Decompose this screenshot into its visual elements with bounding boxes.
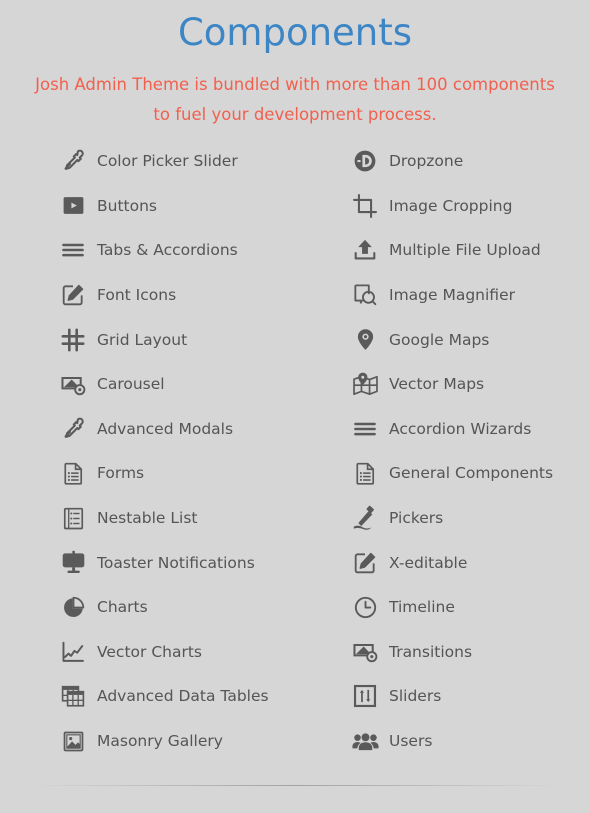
form-document-icon	[58, 458, 88, 488]
map-pin-icon	[350, 325, 380, 355]
component-item[interactable]: Forms	[58, 451, 295, 496]
section-divider	[30, 785, 560, 786]
component-item[interactable]: Image Magnifier	[350, 273, 590, 318]
component-item-label: Users	[389, 732, 433, 751]
component-item[interactable]: Nestable List	[58, 496, 295, 541]
pencil-square-icon	[350, 548, 380, 578]
component-item-label: Font Icons	[97, 286, 177, 305]
carousel-screen-icon	[58, 369, 88, 399]
component-item-label: Image Cropping	[389, 196, 513, 215]
component-item-label: Transitions	[389, 642, 473, 661]
component-item[interactable]: Charts	[58, 585, 295, 630]
component-item-label: Buttons	[97, 196, 157, 215]
component-item[interactable]: X-editable	[350, 540, 590, 585]
pickaxe-icon	[350, 503, 380, 533]
component-item[interactable]: Advanced Data Tables	[58, 674, 295, 719]
components-column-right: Dropzone Image Cropping Multiple File Uplo…	[295, 139, 590, 763]
component-item[interactable]: Buttons	[58, 184, 295, 229]
magnifier-page-icon	[350, 280, 380, 310]
component-item[interactable]: Toaster Notifications	[58, 540, 295, 585]
dropzone-logo-icon	[350, 146, 380, 176]
nested-list-icon	[58, 503, 88, 533]
upload-arrow-icon	[350, 235, 380, 265]
play-button-icon	[58, 191, 88, 221]
component-item[interactable]: Carousel	[58, 362, 295, 407]
component-item[interactable]: Masonry Gallery	[58, 719, 295, 764]
component-item-label: Grid Layout	[97, 330, 188, 349]
data-table-icon	[58, 681, 88, 711]
component-item-label: Vector Charts	[97, 642, 202, 661]
component-item-label: Forms	[97, 464, 145, 483]
component-item-label: Masonry Gallery	[97, 732, 223, 751]
monitor-filled-icon	[58, 548, 88, 578]
component-item[interactable]: Image Cropping	[350, 184, 590, 229]
hamburger-lines-icon	[58, 235, 88, 265]
carousel-screen-icon	[350, 637, 380, 667]
eyedropper-icon	[58, 146, 88, 176]
pencil-square-icon	[58, 280, 88, 310]
component-item-label: General Components	[389, 464, 554, 483]
component-item-label: Tabs & Accordions	[97, 241, 238, 260]
component-item-label: Accordion Wizards	[389, 419, 532, 438]
component-item[interactable]: Users	[350, 719, 590, 764]
component-item-label: Timeline	[389, 598, 455, 617]
component-item[interactable]: Vector Charts	[58, 630, 295, 675]
form-document-icon	[350, 458, 380, 488]
page-title: Components	[177, 11, 413, 54]
sliders-icon	[350, 681, 380, 711]
component-item[interactable]: Tabs & Accordions	[58, 228, 295, 273]
folded-map-icon	[350, 369, 380, 399]
component-item[interactable]: Grid Layout	[58, 317, 295, 362]
component-item[interactable]: Google Maps	[350, 317, 590, 362]
component-item[interactable]: Dropzone	[350, 139, 590, 184]
component-item[interactable]: Transitions	[350, 630, 590, 675]
page-subtitle: Josh Admin Theme is bundled with more th…	[35, 75, 555, 124]
component-item-label: Toaster Notifications	[97, 553, 255, 572]
component-item-label: Multiple File Upload	[389, 241, 541, 260]
line-chart-icon	[58, 637, 88, 667]
pie-chart-icon	[58, 592, 88, 622]
component-item-label: Charts	[97, 598, 148, 617]
component-item-label: Nestable List	[97, 509, 198, 528]
eyedropper-icon	[58, 414, 88, 444]
component-item-label: Image Magnifier	[389, 286, 515, 305]
component-item[interactable]: Accordion Wizards	[350, 407, 590, 452]
component-item-label: X-editable	[389, 553, 468, 572]
clock-icon	[350, 592, 380, 622]
users-group-icon	[350, 726, 380, 756]
component-item[interactable]: Pickers	[350, 496, 590, 541]
component-item-label: Vector Maps	[389, 375, 485, 394]
components-column-left: Color Picker Slider Buttons Tabs & Accordi…	[0, 139, 295, 763]
component-item[interactable]: General Components	[350, 451, 590, 496]
component-item-label: Carousel	[97, 375, 165, 394]
hamburger-lines-icon	[350, 414, 380, 444]
component-item-label: Pickers	[389, 509, 444, 528]
component-item[interactable]: Font Icons	[58, 273, 295, 318]
crop-icon	[350, 191, 380, 221]
component-item-label: Google Maps	[389, 330, 490, 349]
component-item-label: Dropzone	[389, 152, 464, 171]
component-item-label: Sliders	[389, 687, 442, 706]
component-item-label: Advanced Modals	[97, 419, 234, 438]
components-page: Components Josh Admin Theme is bundled w…	[0, 0, 590, 813]
component-item-label: Advanced Data Tables	[97, 687, 269, 706]
component-item[interactable]: Timeline	[350, 585, 590, 630]
component-item-label: Color Picker Slider	[97, 152, 238, 171]
component-item[interactable]: Vector Maps	[350, 362, 590, 407]
component-item[interactable]: Advanced Modals	[58, 407, 295, 452]
component-item[interactable]: Multiple File Upload	[350, 228, 590, 273]
component-item[interactable]: Sliders	[350, 674, 590, 719]
component-item[interactable]: Color Picker Slider	[58, 139, 295, 184]
image-frame-icon	[58, 726, 88, 756]
components-grid: Color Picker Slider Buttons Tabs & Accordi…	[0, 139, 590, 763]
grid-hash-icon	[58, 325, 88, 355]
